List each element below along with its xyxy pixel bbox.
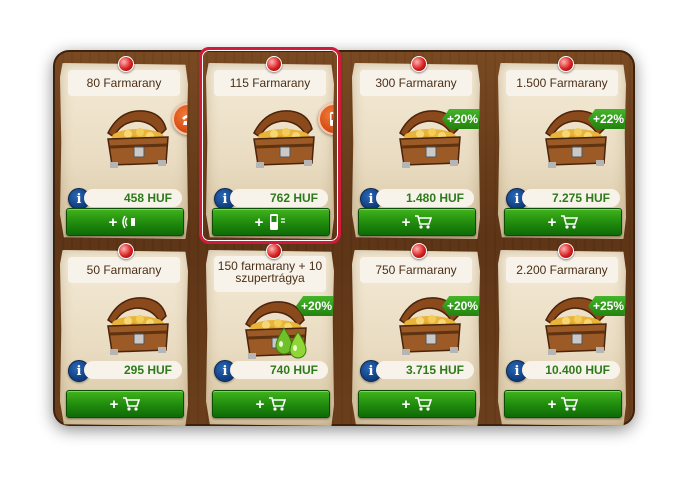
plus-label: + [401,395,411,413]
offer-title: 50 Farmarany [68,257,180,283]
buy-button[interactable]: + [504,390,622,418]
plus-label: + [547,213,557,231]
buy-by-phone-button[interactable]: + [66,208,184,236]
offer-price: 10.400 HUF [522,361,620,379]
pin-icon [411,56,427,72]
buy-button[interactable]: + [66,390,184,418]
offer-card-150-fertilizer[interactable]: 150 farmarany + 10 szupertrágya +20% i 7… [206,250,334,426]
offer-price: 740 HUF [230,361,328,379]
offer-card-80[interactable]: 80 Farmarany i 458 HUF + [60,63,188,239]
offer-card-1500[interactable]: 1.500 Farmarany +22% i 7.275 HUF + [498,63,626,239]
shopping-cart-icon [415,215,433,229]
shopping-cart-icon [561,397,579,411]
offer-price: 7.275 HUF [522,189,620,207]
offer-price: 458 HUF [84,189,182,207]
buy-button[interactable]: + [358,390,476,418]
bonus-badge: +20% [442,109,480,129]
gold-chest-icon [107,110,169,168]
offer-title: 750 Farmarany [360,257,472,283]
pin-icon [118,56,134,72]
bonus-badge: +22% [588,109,626,129]
offer-title: 300 Farmarany [360,70,472,96]
plus-label: + [108,213,118,231]
pin-icon [266,243,282,259]
offer-price: 295 HUF [84,361,182,379]
bonus-badge: +20% [296,296,334,316]
offer-title: 2.200 Farmarany [506,257,618,283]
bonus-badge: +25% [588,296,626,316]
plus-label: + [401,213,411,231]
offer-title: 1.500 Farmarany [506,70,618,96]
phone-call-icon [122,215,136,229]
offer-price: 1.480 HUF [376,189,474,207]
pin-icon [558,56,574,72]
gold-chest-icon [107,297,169,355]
plus-label: + [255,395,265,413]
offer-card-750[interactable]: 750 Farmarany +20% i 3.715 HUF + [352,250,480,426]
plus-label: + [109,395,119,413]
offer-card-50[interactable]: 50 Farmarany i 295 HUF + [60,250,188,426]
buy-button[interactable]: + [212,390,330,418]
shop-board: 80 Farmarany i 458 HUF + 115 Farmarany i… [53,50,635,426]
shopping-cart-icon [269,397,287,411]
buy-button[interactable]: + [504,208,622,236]
offer-title: 80 Farmarany [68,70,180,96]
offer-card-300[interactable]: 300 Farmarany +20% i 1.480 HUF + [352,63,480,239]
pin-icon [411,243,427,259]
pin-icon [558,243,574,259]
buy-button[interactable]: + [358,208,476,236]
offer-card-2200[interactable]: 2.200 Farmarany +25% i 10.400 HUF + [498,250,626,426]
offer-title: 150 farmarany + 10 szupertrágya [214,256,326,292]
offer-price: 3.715 HUF [376,361,474,379]
shopping-cart-icon [415,397,433,411]
selected-offer-highlight [199,47,341,244]
pin-icon [118,243,134,259]
shopping-cart-icon [561,215,579,229]
shopping-cart-icon [123,397,141,411]
fertilizer-drops-icon [275,327,307,359]
plus-label: + [547,395,557,413]
bonus-badge: +20% [442,296,480,316]
